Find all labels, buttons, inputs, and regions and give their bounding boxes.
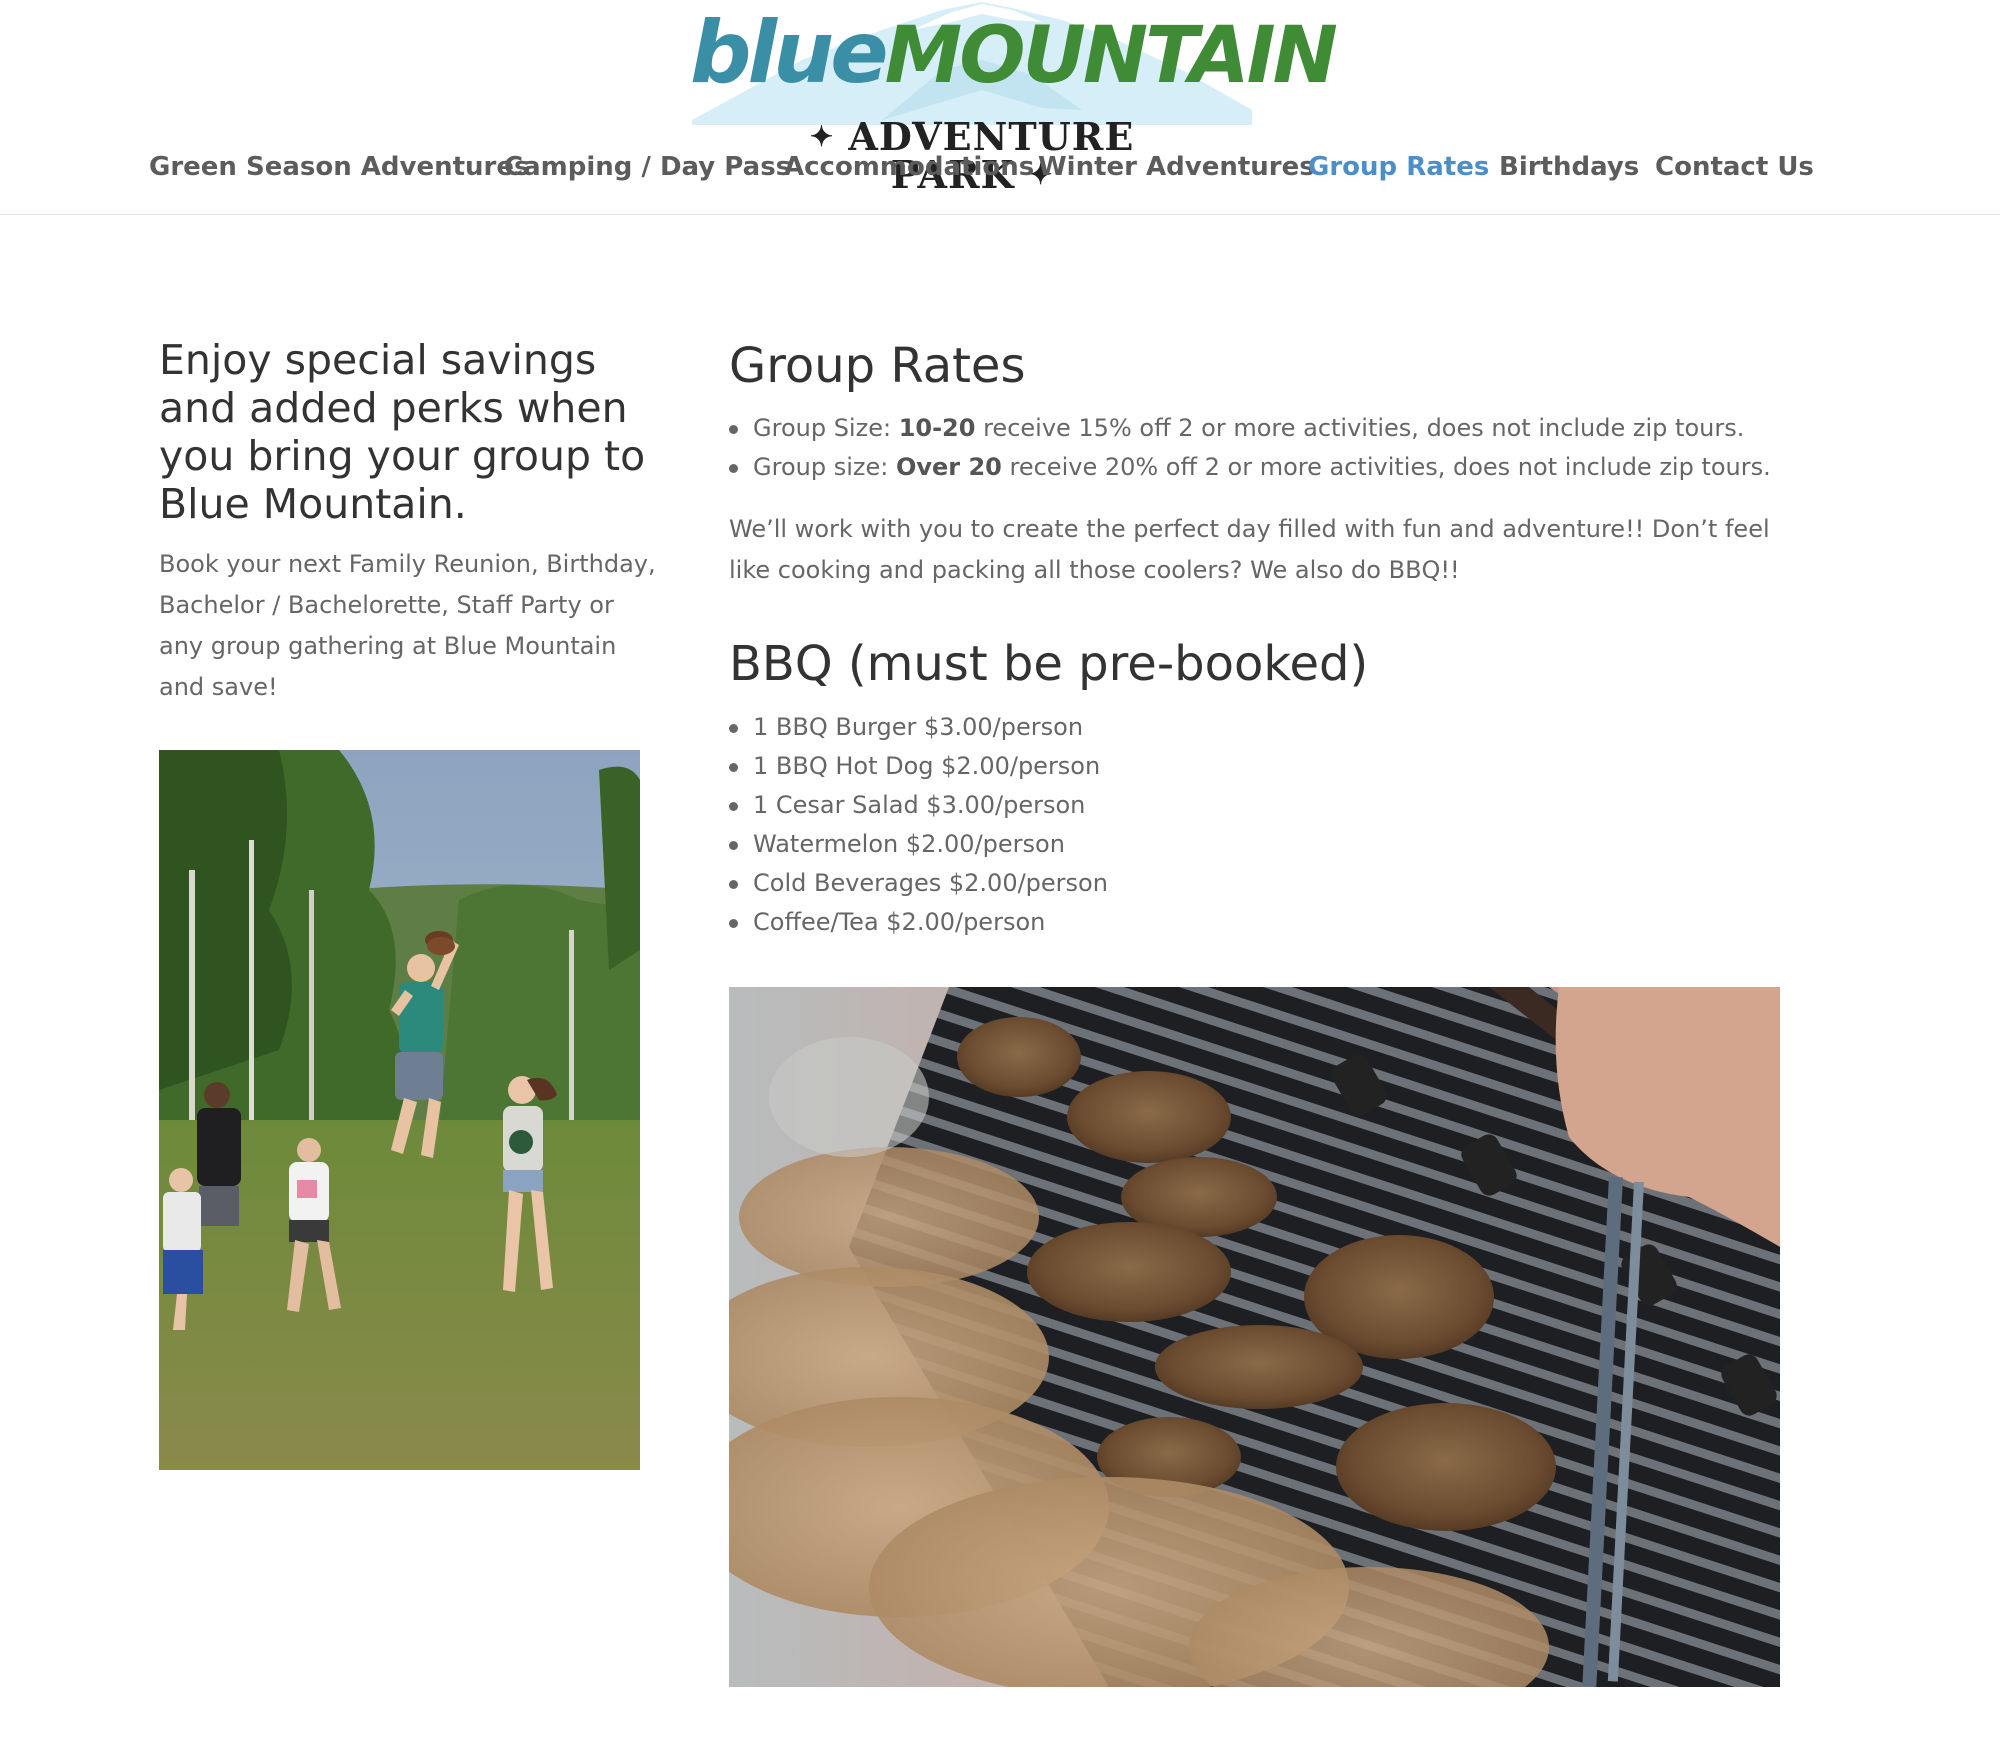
- bbq-grill-photo: [729, 987, 1780, 1687]
- site-logo[interactable]: blueMOUNTAIN ✦ ADVENTURE PARK ✦: [682, 0, 1338, 194]
- rate-detail: receive 15% off 2 or more activities, do…: [975, 414, 1745, 442]
- site-header: blueMOUNTAIN ✦ ADVENTURE PARK ✦ Green Se…: [0, 0, 2000, 215]
- list-item: 1 BBQ Burger $3.00/person: [729, 708, 1108, 747]
- nav-item-contact-us[interactable]: Contact Us: [1655, 152, 1814, 182]
- nav-item-accommodations[interactable]: Accommodations: [784, 152, 1034, 182]
- list-item: Group size: Over 20 receive 20% off 2 or…: [729, 448, 1771, 487]
- rate-label: Group Size:: [753, 414, 899, 442]
- rate-size: 10-20: [898, 414, 976, 442]
- group-rates-paragraph: We’ll work with you to create the perfec…: [729, 515, 1770, 584]
- group-football-photo: [159, 750, 640, 1470]
- list-item: Group Size: 10-20 receive 15% off 2 or m…: [729, 409, 1771, 448]
- list-item: Coffee/Tea $2.00/person: [729, 903, 1108, 942]
- nav-item-group-rates[interactable]: Group Rates: [1308, 152, 1489, 182]
- nav-item-winter-adventures[interactable]: Winter Adventures: [1038, 152, 1315, 182]
- list-item: 1 Cesar Salad $3.00/person: [729, 786, 1108, 825]
- nav-item-camping-day-pass[interactable]: Camping / Day Pass: [504, 152, 791, 182]
- rate-size: Over 20: [895, 453, 1002, 481]
- list-item: Cold Beverages $2.00/person: [729, 864, 1108, 903]
- nav-item-green-season-adventures[interactable]: Green Season Adventures: [149, 152, 530, 182]
- maple-leaf-icon: ✦: [809, 120, 835, 153]
- intro-heading: Enjoy special savings and added perks wh…: [159, 336, 646, 528]
- list-item: Watermelon $2.00/person: [729, 825, 1108, 864]
- bbq-heading: BBQ (must be pre-booked): [729, 636, 1369, 692]
- bbq-list: 1 BBQ Burger $3.00/person 1 BBQ Hot Dog …: [729, 708, 1108, 942]
- rate-detail: receive 20% off 2 or more activities, do…: [1001, 453, 1771, 481]
- logo-word-mountain: MOUNTAIN: [884, 11, 1338, 101]
- nav-item-birthdays[interactable]: Birthdays: [1499, 152, 1639, 182]
- group-rates-heading: Group Rates: [729, 338, 1026, 394]
- rate-label: Group size:: [753, 453, 896, 481]
- intro-text: Book your next Family Reunion, Birthday,…: [159, 550, 656, 701]
- group-rates-list: Group Size: 10-20 receive 15% off 2 or m…: [729, 409, 1771, 487]
- logo-word-blue: blue: [690, 3, 889, 103]
- logo-wordmark: blueMOUNTAIN: [690, 10, 1338, 96]
- main-nav: Green Season Adventures Camping / Day Pa…: [0, 152, 2000, 192]
- list-item: 1 BBQ Hot Dog $2.00/person: [729, 747, 1108, 786]
